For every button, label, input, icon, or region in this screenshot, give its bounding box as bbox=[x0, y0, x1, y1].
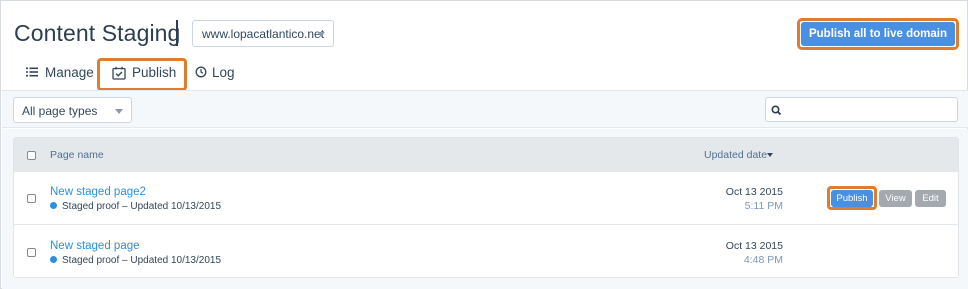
select-all-checkbox[interactable] bbox=[27, 151, 36, 160]
table-header: Page name Updated date bbox=[14, 138, 958, 172]
row-checkbox[interactable] bbox=[27, 248, 36, 257]
tab-log-label: Log bbox=[212, 65, 235, 80]
page-status-text: Staged proof – Updated 10/13/2015 bbox=[62, 255, 222, 266]
column-header-updated-date[interactable]: Updated date bbox=[704, 149, 773, 161]
chevron-down-icon bbox=[115, 109, 123, 114]
column-header-updated-date-label: Updated date bbox=[704, 149, 768, 161]
updated-time: 5:11 PM bbox=[744, 200, 783, 212]
sort-down-icon bbox=[767, 153, 773, 157]
row-edit-button[interactable]: Edit bbox=[915, 190, 946, 207]
table-row: New staged page2 Staged proof – Updated … bbox=[14, 172, 958, 225]
page-name-link[interactable]: New staged page bbox=[50, 240, 140, 252]
table-row: New staged page Staged proof – Updated 1… bbox=[14, 226, 958, 277]
tab-manage-label: Manage bbox=[45, 65, 94, 80]
pages-table: Page name Updated date New staged page2 … bbox=[13, 137, 959, 278]
publish-all-button[interactable]: Publish all to live domain bbox=[801, 22, 955, 46]
page-name-link[interactable]: New staged page2 bbox=[50, 186, 146, 198]
row-publish-button[interactable]: Publish bbox=[831, 190, 873, 207]
status-dot-icon bbox=[50, 256, 57, 263]
clock-icon bbox=[195, 66, 207, 81]
column-header-page-name[interactable]: Page name bbox=[50, 149, 104, 161]
calendar-check-icon bbox=[112, 66, 126, 83]
content-staging-panel: Content Staging www.lopacatlantico.net P… bbox=[0, 0, 968, 289]
page-status: Staged proof – Updated 10/13/2015 bbox=[50, 255, 221, 266]
row-view-button[interactable]: View bbox=[879, 190, 912, 207]
updated-date: Oct 13 2015 bbox=[725, 186, 783, 198]
page-status-text: Staged proof – Updated 10/13/2015 bbox=[62, 201, 222, 212]
domain-select[interactable]: www.lopacatlantico.net bbox=[192, 20, 334, 47]
title-divider bbox=[176, 20, 178, 46]
updated-time: 4:48 PM bbox=[743, 254, 783, 266]
page-type-select[interactable]: All page types bbox=[13, 97, 132, 123]
tab-publish-label: Publish bbox=[132, 65, 177, 80]
page-type-select-value: All page types bbox=[22, 104, 98, 118]
page-title: Content Staging bbox=[14, 20, 181, 46]
row-checkbox[interactable] bbox=[27, 194, 36, 203]
list-icon bbox=[26, 66, 38, 81]
search-input[interactable] bbox=[765, 97, 958, 122]
chevron-down-icon bbox=[317, 32, 325, 37]
domain-select-value: www.lopacatlantico.net bbox=[202, 27, 325, 41]
page-status: Staged proof – Updated 10/13/2015 bbox=[50, 201, 221, 212]
search-icon bbox=[771, 103, 782, 121]
status-dot-icon bbox=[50, 202, 57, 209]
updated-date: Oct 13 2015 bbox=[725, 240, 783, 252]
